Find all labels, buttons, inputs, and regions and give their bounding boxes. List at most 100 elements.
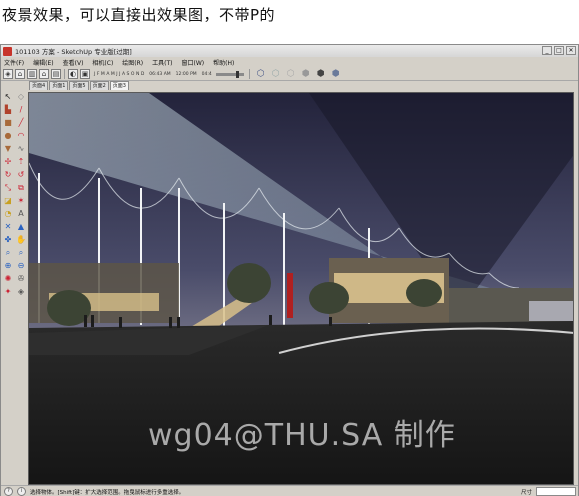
rectangle-icon[interactable]: ■ xyxy=(2,117,14,129)
orbit-icon[interactable]: ✤ xyxy=(2,234,14,246)
window-controls: _ □ ✕ xyxy=(542,46,576,55)
hidden-line-style-icon[interactable]: ⬡ xyxy=(286,69,296,79)
time-start-label: 06:43 AM xyxy=(149,71,171,77)
month-feb: F xyxy=(96,71,100,77)
circle-icon[interactable]: ● xyxy=(2,130,14,142)
title-bar[interactable]: 101103 方案 - SketchUp 专业版[过期] _ □ ✕ xyxy=(1,45,578,57)
menu-draw[interactable]: 绘图(R) xyxy=(122,58,143,67)
top-view-icon[interactable]: ⌂ xyxy=(15,69,25,79)
section-plane-icon[interactable]: ◈ xyxy=(15,286,27,298)
time-noon-label: 12:00 PM xyxy=(175,71,197,77)
month-oct: O xyxy=(130,71,135,77)
slider-handle[interactable] xyxy=(235,70,239,78)
menu-tools[interactable]: 工具(T) xyxy=(152,58,172,67)
move-icon[interactable]: ✢ xyxy=(2,156,14,168)
month-may: M xyxy=(110,71,115,77)
polygon-icon[interactable]: ▼ xyxy=(2,143,14,155)
scale-icon[interactable]: ⤡ xyxy=(2,182,14,194)
distant-building xyxy=(529,301,573,321)
shadow-time-slider[interactable] xyxy=(215,70,244,78)
measurements-label: 尺寸 xyxy=(520,490,532,496)
zoom-extents-icon[interactable]: ⊕ xyxy=(2,260,14,272)
protractor-icon[interactable]: ◔ xyxy=(2,208,14,220)
credits-icon[interactable]: i xyxy=(17,487,26,496)
eraser-icon[interactable]: ◇ xyxy=(15,91,27,103)
pencil-icon[interactable]: / xyxy=(15,104,27,116)
xray-style-icon[interactable]: ⬡ xyxy=(256,69,266,79)
shaded-style-icon[interactable]: ⬢ xyxy=(301,69,311,79)
toolbar-separator xyxy=(64,69,65,79)
rotate-icon[interactable]: ↻ xyxy=(2,169,14,181)
offset-icon[interactable]: ⧉ xyxy=(15,182,27,194)
paint-bucket-icon[interactable]: ▙ xyxy=(2,104,14,116)
month-jan: J xyxy=(94,71,96,77)
large-tool-set: ↖ ◇ ▙ / ■ ╱ ● ◠ ▼ ∿ ✢ ⇡ ↻ ↺ ⤡ ⧉ ◪ ✶ ◔ A ✕ ▲ ✤ ✋ ⌕ ⌕ ⊕ ⊖ ✺ ✇ ✦ ◈ xyxy=(1,90,28,483)
line-icon[interactable]: ╱ xyxy=(15,117,27,129)
follow-me-icon[interactable]: ↺ xyxy=(15,169,27,181)
page-root: 夜景效果，可以直接出效果图，不带P的 101103 方案 - SketchUp … xyxy=(0,0,579,496)
scene-tabs: 页面4 页面1 页面5 页面2 页面3 xyxy=(29,81,129,90)
month-sep: S xyxy=(126,71,130,77)
tab-page1[interactable]: 页面1 xyxy=(49,81,69,90)
time-end-label: 04:4 xyxy=(201,71,212,77)
position-camera-icon[interactable]: ✺ xyxy=(2,273,14,285)
maximize-button[interactable]: □ xyxy=(554,46,564,55)
month-apr: A xyxy=(106,71,110,77)
tab-page5[interactable]: 页面5 xyxy=(69,81,89,90)
wireframe-style-icon[interactable]: ⬡ xyxy=(271,69,281,79)
previous-view-icon[interactable]: ⊖ xyxy=(15,260,27,272)
status-bar: ? i 选择物体。[Shift]键：扩大选择范围。拖曳鼠标进行多重选择。 尺寸 xyxy=(1,485,578,496)
month-jul: J xyxy=(119,71,121,77)
select-icon[interactable]: ↖ xyxy=(2,91,14,103)
author-watermark: wg04@THU.SA 制作 xyxy=(148,418,456,453)
axes-icon[interactable]: ✕ xyxy=(2,221,14,233)
3d-text-icon[interactable]: ▲ xyxy=(15,221,27,233)
tape-measure-icon[interactable]: ◪ xyxy=(2,195,14,207)
menu-edit[interactable]: 编辑(E) xyxy=(33,58,53,67)
pan-icon[interactable]: ✋ xyxy=(15,234,27,246)
arc-icon[interactable]: ◠ xyxy=(15,130,27,142)
front-view-icon[interactable]: ▥ xyxy=(27,69,37,79)
shadows-toggle-icon[interactable]: ▣ xyxy=(80,69,90,79)
close-button[interactable]: ✕ xyxy=(566,46,576,55)
tab-page2[interactable]: 页面2 xyxy=(89,81,109,90)
month-mar: M xyxy=(100,71,105,77)
month-dec: D xyxy=(140,71,145,77)
month-jun: J xyxy=(116,71,118,77)
text-icon[interactable]: A xyxy=(15,208,27,220)
minimize-button[interactable]: _ xyxy=(542,46,552,55)
monochrome-style-icon[interactable]: ⬢ xyxy=(331,69,341,79)
toolbar-separator xyxy=(248,69,250,79)
menu-view[interactable]: 查看(V) xyxy=(63,58,84,67)
menu-camera[interactable]: 相机(C) xyxy=(92,58,113,67)
post-caption: 夜景效果，可以直接出效果图，不带P的 xyxy=(2,6,276,24)
back-view-icon[interactable]: ▤ xyxy=(51,69,61,79)
zoom-window-icon[interactable]: ⌕ xyxy=(15,247,27,259)
zoom-icon[interactable]: ⌕ xyxy=(2,247,14,259)
freehand-icon[interactable]: ∿ xyxy=(15,143,27,155)
month-nov: N xyxy=(135,71,140,77)
camera-iso-icon[interactable]: ◈ xyxy=(3,69,13,79)
menu-file[interactable]: 文件(F) xyxy=(4,58,24,67)
measurements-input[interactable] xyxy=(536,487,576,496)
shadow-settings-icon[interactable]: ◐ xyxy=(68,69,78,79)
sketchup-app-icon xyxy=(3,46,12,56)
status-message: 选择物体。[Shift]键：扩大选择范围。拖曳鼠标进行多重选择。 xyxy=(30,489,185,496)
look-around-icon[interactable]: ✦ xyxy=(2,286,14,298)
geo-location-icon[interactable]: ? xyxy=(4,487,13,496)
walk-icon[interactable]: ✇ xyxy=(15,273,27,285)
dimension-icon[interactable]: ✶ xyxy=(15,195,27,207)
red-sign-post xyxy=(287,273,293,318)
tab-page3[interactable]: 页面3 xyxy=(109,81,129,90)
menu-window[interactable]: 窗口(W) xyxy=(182,58,205,67)
shadow-month-bar[interactable]: J F M A M J J A S O N D xyxy=(94,72,144,77)
main-toolbar: ◈ ⌂ ▥ ⌂ ▤ ◐ ▣ J F M A M J J A S O N D 06… xyxy=(1,68,578,81)
menu-bar: 文件(F) 编辑(E) 查看(V) 相机(C) 绘图(R) 工具(T) 窗口(W… xyxy=(1,57,578,68)
menu-help[interactable]: 帮助(H) xyxy=(213,58,234,67)
push-pull-icon[interactable]: ⇡ xyxy=(15,156,27,168)
month-aug: A xyxy=(121,71,126,77)
shaded-texture-style-icon[interactable]: ⬢ xyxy=(316,69,326,79)
tab-page4[interactable]: 页面4 xyxy=(29,81,49,90)
right-view-icon[interactable]: ⌂ xyxy=(39,69,49,79)
window-title: 101103 方案 - SketchUp 专业版[过期] xyxy=(15,48,132,56)
